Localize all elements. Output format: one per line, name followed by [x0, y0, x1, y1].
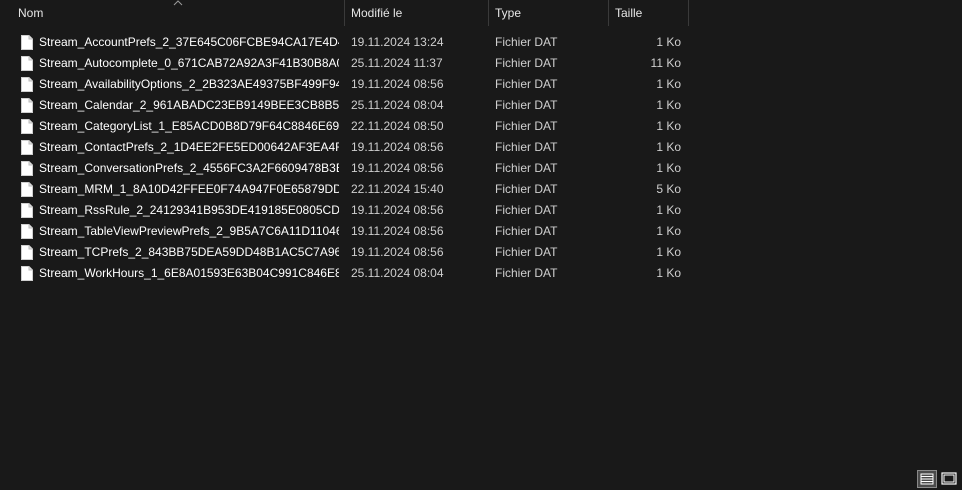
- file-icon: [21, 56, 33, 71]
- file-icon: [21, 98, 33, 113]
- file-name: Stream_AvailabilityOptions_2_2B323AE4937…: [39, 77, 339, 91]
- file-modified: 19.11.2024 08:56: [351, 77, 444, 91]
- file-modified: 19.11.2024 08:56: [351, 224, 444, 238]
- file-icon: [21, 266, 33, 281]
- file-row[interactable]: Stream_AccountPrefs_2_37E645C06FCBE94CA1…: [0, 32, 688, 53]
- file-size: 1 Ko: [656, 119, 681, 133]
- file-type: Fichier DAT: [495, 161, 558, 175]
- file-row[interactable]: Stream_MRM_1_8A10D42FFEE0F74A947F0E65879…: [0, 179, 688, 200]
- file-name: Stream_AccountPrefs_2_37E645C06FCBE94CA1…: [39, 35, 339, 49]
- file-icon: [21, 245, 33, 260]
- file-explorer: Nom Modifié le Type Taille Stream_Accoun…: [0, 0, 962, 490]
- file-icon: [21, 77, 33, 92]
- file-icon: [21, 140, 33, 155]
- file-list: Stream_AccountPrefs_2_37E645C06FCBE94CA1…: [0, 32, 962, 284]
- file-type: Fichier DAT: [495, 119, 558, 133]
- file-modified: 19.11.2024 08:56: [351, 203, 444, 217]
- file-type: Fichier DAT: [495, 266, 558, 280]
- file-name: Stream_TableViewPreviewPrefs_2_9B5A7C6A1…: [39, 224, 339, 238]
- file-type: Fichier DAT: [495, 224, 558, 238]
- file-size: 1 Ko: [656, 266, 681, 280]
- file-size: 1 Ko: [656, 98, 681, 112]
- file-icon: [21, 224, 33, 239]
- column-header-type[interactable]: Type: [489, 0, 608, 26]
- file-name: Stream_CategoryList_1_E85ACD0B8D79F64C88…: [39, 119, 339, 133]
- file-modified: 22.11.2024 08:50: [351, 119, 444, 133]
- file-row[interactable]: Stream_RssRule_2_24129341B953DE419185E08…: [0, 200, 688, 221]
- file-modified: 19.11.2024 08:56: [351, 161, 444, 175]
- file-modified: 25.11.2024 11:37: [351, 56, 443, 70]
- file-name: Stream_RssRule_2_24129341B953DE419185E08…: [39, 203, 339, 217]
- column-header-row: Nom Modifié le Type Taille: [0, 0, 962, 26]
- file-name: Stream_Calendar_2_961ABADC23EB9149BEE3CB…: [39, 98, 339, 112]
- file-size: 1 Ko: [656, 77, 681, 91]
- file-modified: 19.11.2024 08:56: [351, 245, 444, 259]
- file-type: Fichier DAT: [495, 98, 558, 112]
- file-type: Fichier DAT: [495, 56, 558, 70]
- file-icon: [21, 35, 33, 50]
- file-name: Stream_TCPrefs_2_843BB75DEA59DD48B1AC5C7…: [39, 245, 339, 259]
- file-size: 11 Ko: [650, 56, 681, 70]
- file-name: Stream_Autocomplete_0_671CAB72A92A3F41B3…: [39, 56, 339, 70]
- file-modified: 25.11.2024 08:04: [351, 98, 444, 112]
- column-header-name[interactable]: Nom: [12, 0, 344, 26]
- file-name: Stream_ContactPrefs_2_1D4EE2FE5ED00642AF…: [39, 140, 339, 154]
- file-size: 5 Ko: [656, 182, 681, 196]
- file-row[interactable]: Stream_AvailabilityOptions_2_2B323AE4937…: [0, 74, 688, 95]
- file-type: Fichier DAT: [495, 245, 558, 259]
- large-icons-view-icon: [941, 472, 957, 485]
- file-type: Fichier DAT: [495, 203, 558, 217]
- file-size: 1 Ko: [656, 35, 681, 49]
- file-row[interactable]: Stream_ContactPrefs_2_1D4EE2FE5ED00642AF…: [0, 137, 688, 158]
- file-icon: [21, 161, 33, 176]
- file-size: 1 Ko: [656, 161, 681, 175]
- details-view-button[interactable]: [917, 470, 937, 488]
- file-name: Stream_WorkHours_1_6E8A01593E63B04C991C8…: [39, 266, 339, 280]
- file-type: Fichier DAT: [495, 77, 558, 91]
- file-row[interactable]: Stream_ConversationPrefs_2_4556FC3A2F660…: [0, 158, 688, 179]
- file-size: 1 Ko: [656, 203, 681, 217]
- file-modified: 19.11.2024 08:56: [351, 140, 444, 154]
- file-row[interactable]: Stream_TableViewPreviewPrefs_2_9B5A7C6A1…: [0, 221, 688, 242]
- file-icon: [21, 119, 33, 134]
- file-size: 1 Ko: [656, 224, 681, 238]
- file-row[interactable]: Stream_WorkHours_1_6E8A01593E63B04C991C8…: [0, 263, 688, 284]
- details-view-icon: [920, 473, 934, 485]
- column-header-size[interactable]: Taille: [609, 0, 688, 26]
- file-type: Fichier DAT: [495, 140, 558, 154]
- file-row[interactable]: Stream_Autocomplete_0_671CAB72A92A3F41B3…: [0, 53, 688, 74]
- file-icon: [21, 203, 33, 218]
- file-row[interactable]: Stream_CategoryList_1_E85ACD0B8D79F64C88…: [0, 116, 688, 137]
- file-type: Fichier DAT: [495, 182, 558, 196]
- large-icons-view-button[interactable]: [939, 470, 959, 488]
- column-header-modified[interactable]: Modifié le: [345, 0, 488, 26]
- file-type: Fichier DAT: [495, 35, 558, 49]
- file-modified: 22.11.2024 15:40: [351, 182, 444, 196]
- file-icon: [21, 182, 33, 197]
- file-row[interactable]: Stream_Calendar_2_961ABADC23EB9149BEE3CB…: [0, 95, 688, 116]
- column-divider[interactable]: [688, 0, 689, 26]
- file-name: Stream_MRM_1_8A10D42FFEE0F74A947F0E65879…: [39, 182, 339, 196]
- file-modified: 25.11.2024 08:04: [351, 266, 444, 280]
- file-modified: 19.11.2024 13:24: [351, 35, 444, 49]
- file-size: 1 Ko: [656, 140, 681, 154]
- file-name: Stream_ConversationPrefs_2_4556FC3A2F660…: [39, 161, 339, 175]
- file-row[interactable]: Stream_TCPrefs_2_843BB75DEA59DD48B1AC5C7…: [0, 242, 688, 263]
- file-size: 1 Ko: [656, 245, 681, 259]
